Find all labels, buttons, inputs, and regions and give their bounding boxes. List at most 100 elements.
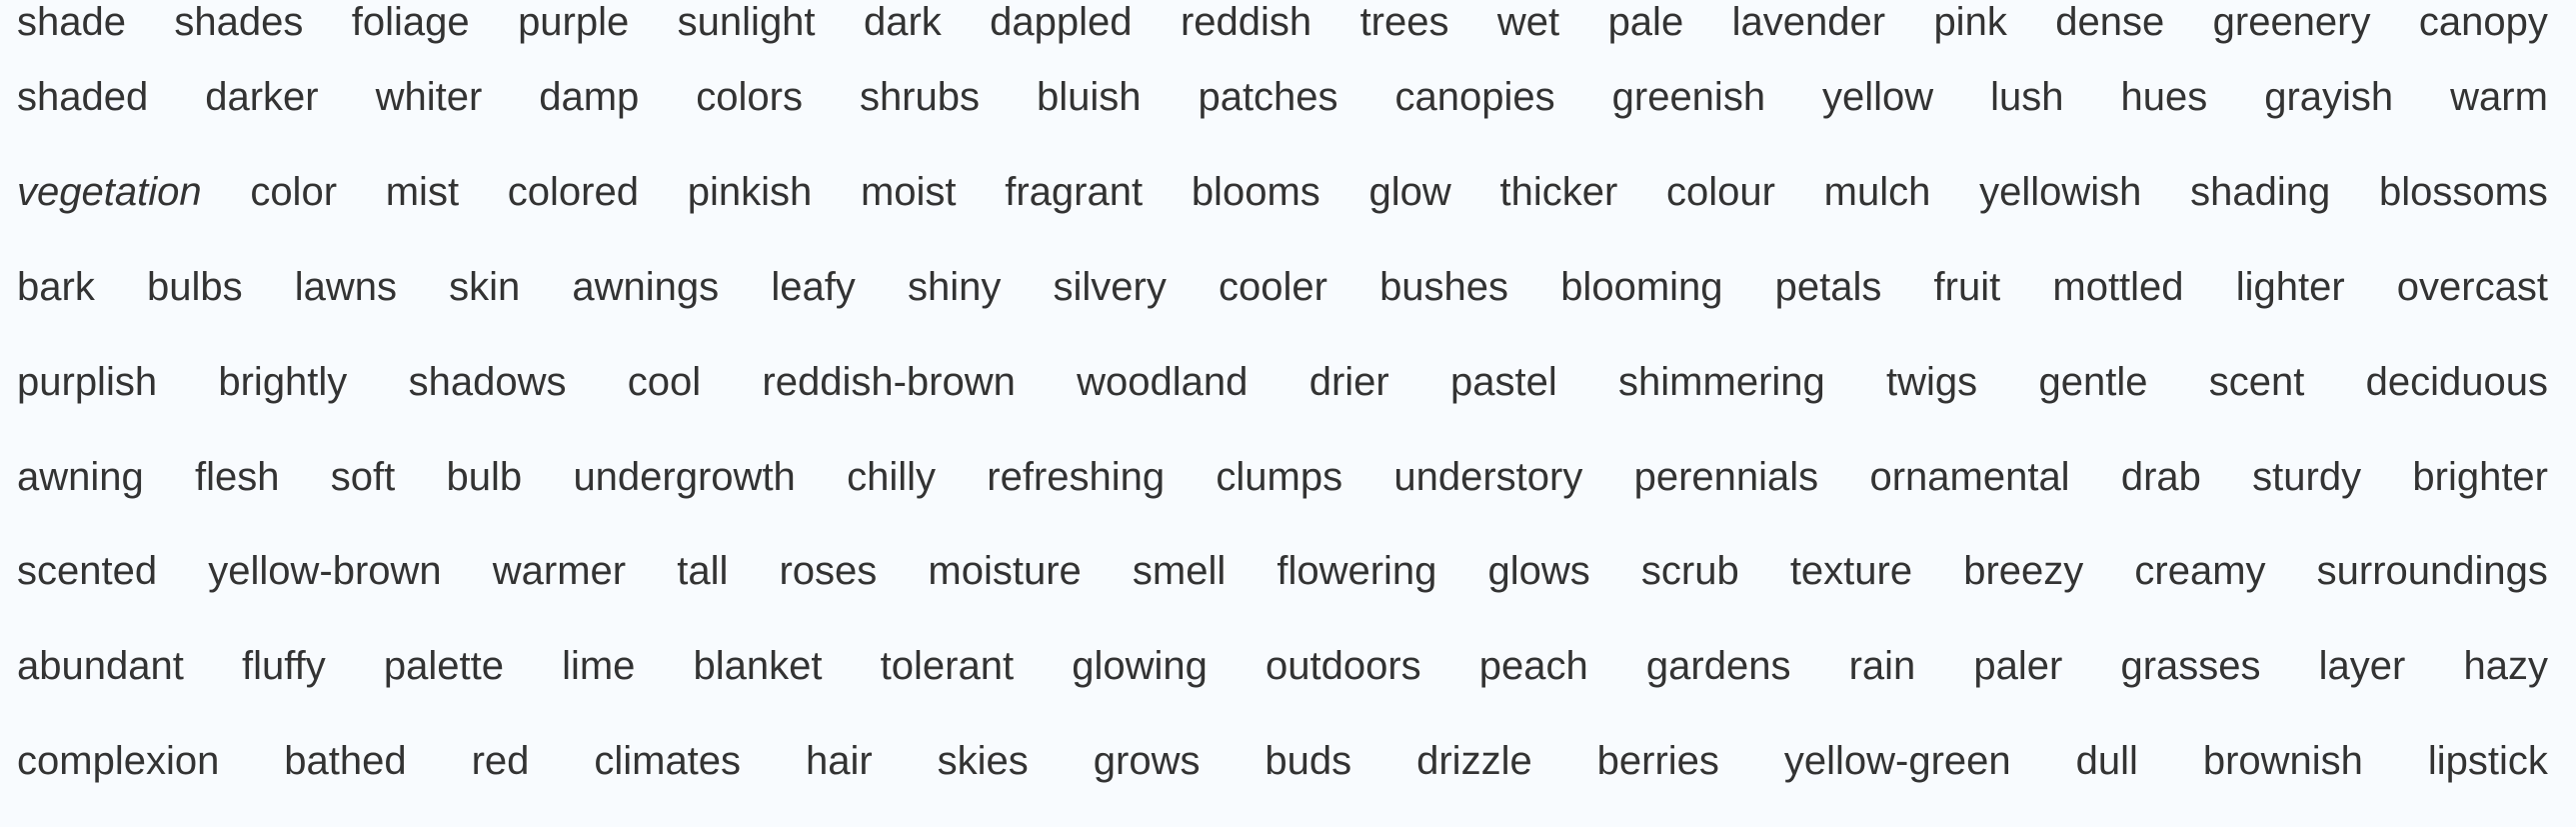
word: petals [1774,264,1882,309]
word: fragrant [1005,170,1144,215]
word: yellow-brown [208,549,442,594]
word: yellow-green [1783,738,2011,783]
word: warmer [492,549,627,594]
word: canopy [2418,0,2548,44]
word: chilly [847,454,936,499]
word: smell [1132,549,1227,594]
word: hazy [2463,644,2549,689]
word: warm [2450,75,2548,120]
word: awning [17,454,144,499]
word: lush [1990,75,2064,120]
word: lavender [1731,0,1886,44]
word: pastel [1450,359,1557,404]
word: lipstick [2427,738,2548,783]
word: greenish [1611,75,1766,120]
word: shade [17,0,126,44]
word: awnings [572,264,720,309]
word: gentle [2038,359,2148,404]
word: sunlight [677,0,816,44]
word: wet [1496,0,1560,44]
word: buds [1265,738,1352,783]
word: refreshing [987,454,1166,499]
word: bluish [1036,75,1142,120]
word: hues [2120,75,2208,120]
word: deciduous [2365,359,2548,404]
word: lighter [2235,264,2345,309]
word: purplish [17,359,158,404]
word: climates [594,738,742,783]
word: flowering [1277,549,1437,594]
word: mottled [2052,264,2184,309]
word: grasses [2120,644,2261,689]
word: canopies [1394,75,1555,120]
word-row: purplish brightly shadows cool reddish-brown… [17,334,2548,429]
word: foliage [351,0,470,44]
word: dense [2055,0,2165,44]
word: red [471,738,530,783]
word: texture [1789,549,1913,594]
word: fruit [1933,264,2001,309]
word: colour [1666,170,1775,215]
word: scent [2208,359,2305,404]
word: surroundings [2316,549,2548,594]
word-row: vegetation color mist colored pinkish moist fr… [17,145,2548,240]
word: breezy [1963,549,2084,594]
word: blanket [693,644,823,689]
word: perennials [1633,454,1819,499]
word: hair [806,738,873,783]
word: grayish [2264,75,2394,120]
word: skin [449,264,521,309]
word-row: shade shades foliage purple sunlight dark dapp… [17,0,2548,50]
word: ornamental [1869,454,2070,499]
word: whiter [375,75,483,120]
word: shadows [408,359,567,404]
word: twigs [1886,359,1978,404]
word: skies [937,738,1029,783]
word: reddish [1180,0,1312,44]
word: colored [507,170,639,215]
word: bark [17,264,95,309]
word: patches [1198,75,1338,120]
word: outdoors [1265,644,1421,689]
word: clumps [1216,454,1343,499]
word: shaded [17,75,149,120]
word: brownish [2202,738,2363,783]
word: undergrowth [573,454,796,499]
word: peach [1478,644,1588,689]
word: yellowish [1979,170,2142,215]
word: reddish-brown [762,359,1016,404]
word: dark [863,0,942,44]
word: blossoms [2378,170,2548,215]
word: understory [1393,454,1583,499]
word: pink [1933,0,2007,44]
word: rain [1848,644,1916,689]
word: flesh [195,454,280,499]
word: glow [1368,170,1451,215]
word: cool [627,359,702,404]
word: blooming [1560,264,1723,309]
word: scrub [1640,549,1739,594]
word: glowing [1072,644,1208,689]
word: sturdy [2252,454,2362,499]
word: shiny [907,264,1002,309]
word-row: awning flesh soft bulb undergrowth chilly refr… [17,429,2548,524]
word: lime [562,644,636,689]
word: blooms [1191,170,1320,215]
word: pale [1607,0,1684,44]
word: abundant [17,644,184,689]
word: tolerant [880,644,1015,689]
word: grows [1093,738,1201,783]
word-row: shaded darker whiter damp colors shrubs bluish… [17,50,2548,145]
word: drab [2120,454,2201,499]
word: brighter [2412,454,2548,499]
word: cooler [1218,264,1327,309]
word: scented [17,549,158,594]
word: shimmering [1618,359,1825,404]
word: woodland [1077,359,1249,404]
word: dull [2075,738,2138,783]
word: drier [1308,359,1389,404]
word: purple [518,0,630,44]
word-row: complexion bathed red climates hair skies grow… [17,714,2548,809]
word: thicker [1499,170,1618,215]
word: gardens [1645,644,1791,689]
